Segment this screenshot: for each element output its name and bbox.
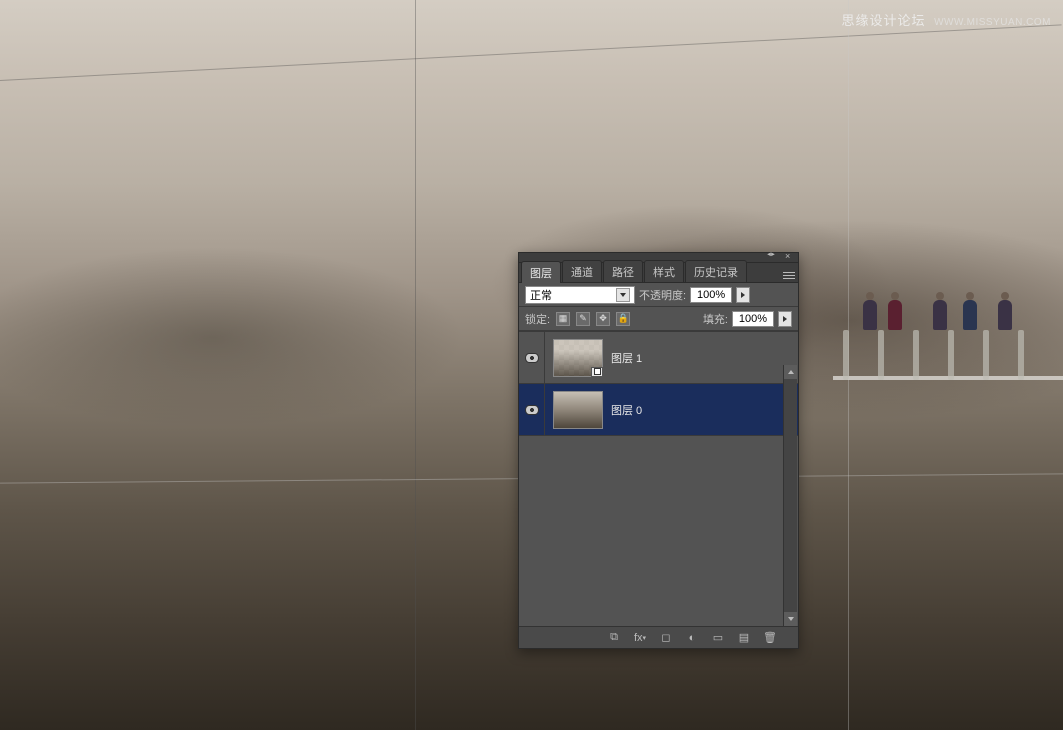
tab-paths[interactable]: 路径 <box>603 260 643 282</box>
fill-flyout-icon[interactable] <box>778 311 792 327</box>
layer-name[interactable]: 图层 0 <box>611 402 642 418</box>
layer-name[interactable]: 图层 1 <box>611 350 642 366</box>
tab-layers[interactable]: 图层 <box>521 261 561 283</box>
opacity-input[interactable]: 100% <box>690 287 732 303</box>
fill-label: 填充: <box>703 311 728 327</box>
smart-object-icon <box>591 367 603 377</box>
opacity-flyout-icon[interactable] <box>736 287 750 303</box>
layer-thumbnail[interactable] <box>553 391 603 429</box>
delete-layer-icon[interactable]: 🗑 <box>762 631 778 645</box>
blend-row: 正常 不透明度: 100% <box>519 283 798 307</box>
lock-pixels-icon[interactable]: ✎ <box>576 312 590 326</box>
lock-row: 锁定: ▦ ✎ ✥ 🔒 填充: 100% <box>519 307 798 331</box>
adjustment-layer-icon[interactable]: ◐ <box>684 631 700 645</box>
layer-style-icon[interactable]: fx▾ <box>632 631 648 645</box>
blend-mode-value: 正常 <box>530 287 552 303</box>
new-group-icon[interactable]: ▭ <box>710 631 726 645</box>
lock-label: 锁定: <box>525 311 550 327</box>
tab-styles[interactable]: 样式 <box>644 260 684 282</box>
lock-transparency-icon[interactable]: ▦ <box>556 312 570 326</box>
fill-input[interactable]: 100% <box>732 311 774 327</box>
balcony-scene <box>833 270 1063 400</box>
panel-tabs: 图层 通道 路径 样式 历史记录 <box>519 263 798 283</box>
link-layers-icon[interactable]: ⧉ <box>606 631 622 645</box>
scroll-down-icon[interactable] <box>784 612 797 626</box>
layer-row[interactable]: 图层 1 <box>519 332 798 384</box>
layer-mask-icon[interactable]: ◻ <box>658 631 674 645</box>
watermark-text: 思缘设计论坛 <box>841 13 925 28</box>
layers-panel: 图层 通道 路径 样式 历史记录 正常 不透明度: 100% 锁定: ▦ ✎ ✥… <box>518 252 799 649</box>
lock-position-icon[interactable]: ✥ <box>596 312 610 326</box>
layer-thumbnail[interactable] <box>553 339 603 377</box>
lock-all-icon[interactable]: 🔒 <box>616 312 630 326</box>
watermark: 思缘设计论坛 WWW.MISSYUAN.COM <box>841 10 1051 29</box>
opacity-label: 不透明度: <box>639 287 686 303</box>
chevron-down-icon <box>616 288 630 302</box>
layer-row[interactable]: 图层 0 <box>519 384 798 436</box>
visibility-eye-icon[interactable] <box>525 353 539 363</box>
collapse-icon[interactable] <box>768 255 778 261</box>
visibility-eye-icon[interactable] <box>525 405 539 415</box>
panel-menu-icon[interactable] <box>780 268 798 282</box>
new-layer-icon[interactable]: ▤ <box>736 631 752 645</box>
blend-mode-select[interactable]: 正常 <box>525 286 635 304</box>
close-icon[interactable] <box>784 255 794 261</box>
scrollbar[interactable] <box>783 365 797 626</box>
scroll-up-icon[interactable] <box>784 365 797 379</box>
panel-footer: ⧉ fx▾ ◻ ◐ ▭ ▤ 🗑 <box>519 626 798 648</box>
tab-channels[interactable]: 通道 <box>562 260 602 282</box>
watermark-url: WWW.MISSYUAN.COM <box>934 17 1051 28</box>
tab-history[interactable]: 历史记录 <box>685 260 747 282</box>
layers-list: 图层 1 图层 0 <box>519 331 798 609</box>
image-seam <box>415 0 416 730</box>
